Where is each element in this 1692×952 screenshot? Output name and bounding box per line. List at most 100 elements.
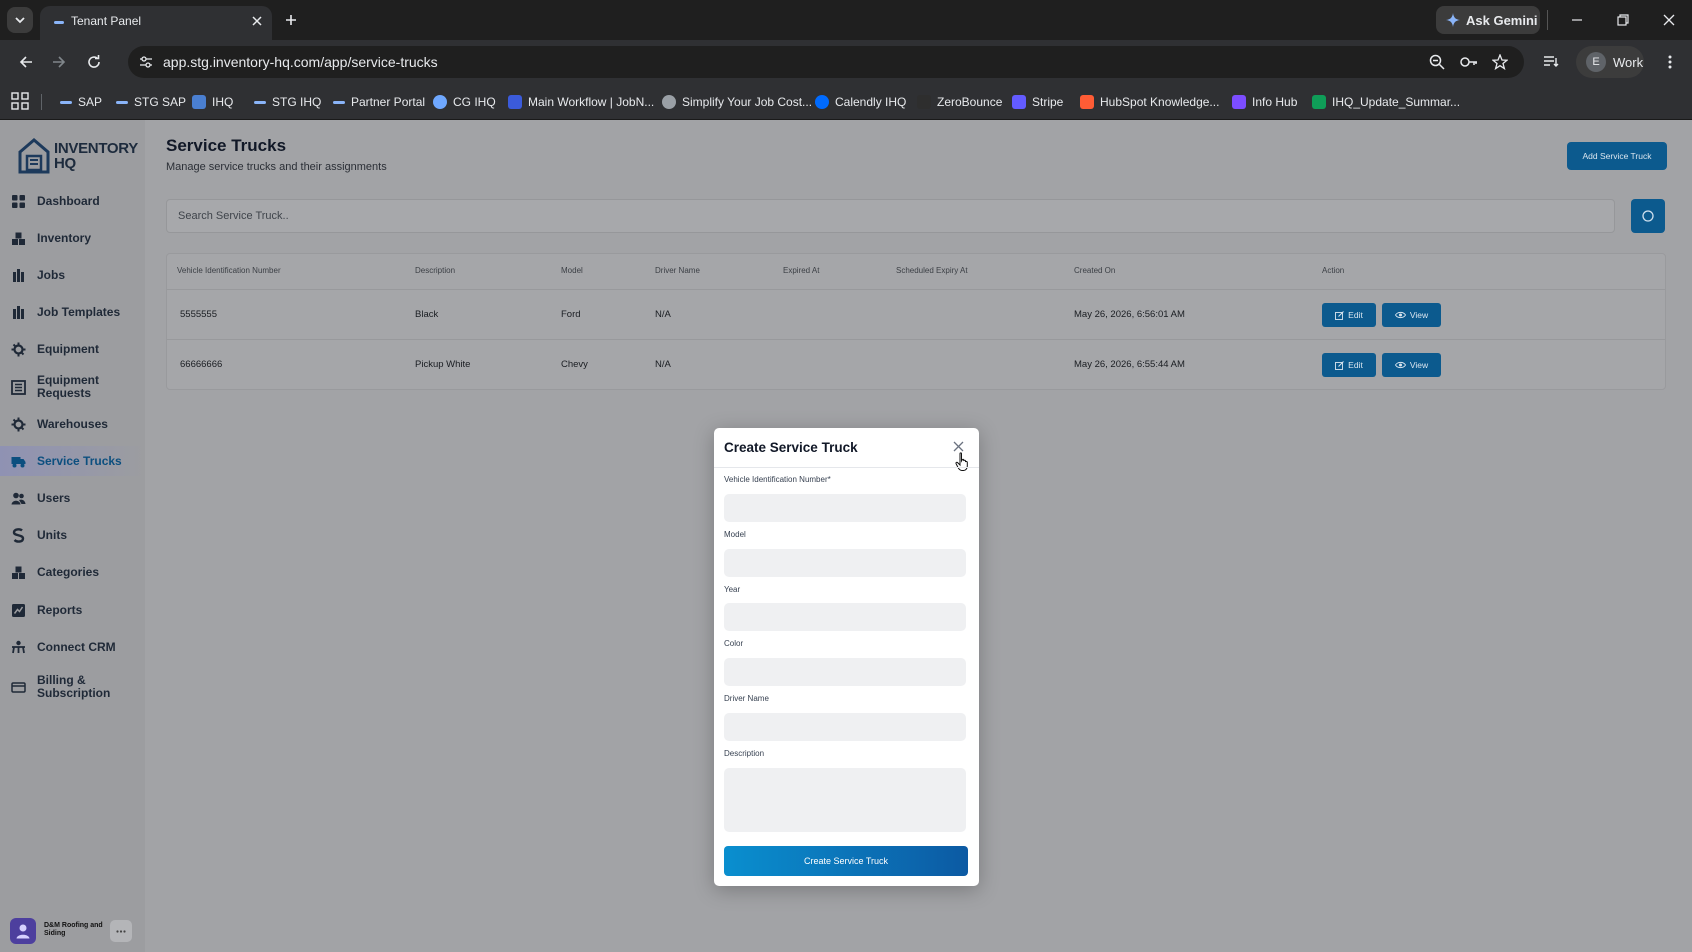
cell-driver: N/A <box>655 309 671 320</box>
ask-gemini-button[interactable]: Ask Gemini <box>1436 6 1540 34</box>
sidebar-item-equipment[interactable]: Equipment <box>0 334 145 364</box>
bookmark-favicon-icon <box>815 95 829 109</box>
sidebar-item-users[interactable]: Users <box>0 483 145 513</box>
inventory-hq-logo[interactable]: INVENTORY HQ <box>18 138 138 178</box>
restore-button[interactable] <box>1611 8 1635 32</box>
column-header[interactable]: Scheduled Expiry At <box>896 266 968 275</box>
bookmark-item[interactable]: Main Workflow | JobN... <box>508 92 654 112</box>
tab-search-dropdown[interactable] <box>7 7 33 33</box>
bookmark-label: ZeroBounce <box>937 95 1003 109</box>
bookmark-label: Main Workflow | JobN... <box>528 95 655 109</box>
bookmark-item[interactable]: Simplify Your Job Cost... <box>662 92 812 112</box>
bookmark-item[interactable]: Stripe <box>1012 92 1063 112</box>
password-key-icon[interactable] <box>1460 53 1478 71</box>
zoom-icon[interactable] <box>1428 53 1446 71</box>
column-header[interactable]: Action <box>1322 266 1344 275</box>
browser-menu-button[interactable] <box>1658 50 1682 74</box>
vin-label: Vehicle Identification Number* <box>724 475 831 484</box>
edit-button[interactable]: Edit <box>1322 353 1376 377</box>
bookmark-label: SAP <box>78 95 103 109</box>
page-subtitle: Manage service trucks and their assignme… <box>166 161 387 173</box>
hand-pointer-cursor-icon <box>955 452 968 471</box>
forward-button[interactable] <box>47 50 71 74</box>
cell-description: Pickup White <box>415 359 471 370</box>
color-input[interactable] <box>724 658 966 686</box>
app-page: INVENTORY HQ Dashboard Inventory Jobs Job T… <box>0 120 1692 952</box>
bookmark-item[interactable]: CG IHQ <box>433 92 496 112</box>
sidebar-item-connect-crm[interactable]: Connect CRM <box>0 632 145 662</box>
bookmark-item[interactable]: STG IHQ <box>254 92 321 112</box>
modal-header-divider <box>714 467 979 468</box>
logo-text: INVENTORY HQ <box>54 141 138 171</box>
view-label: View <box>1409 360 1429 370</box>
bookmark-item[interactable]: Partner Portal <box>333 92 425 112</box>
search-input[interactable] <box>167 200 1614 232</box>
description-textarea[interactable] <box>724 768 966 832</box>
search-button[interactable] <box>1631 199 1665 233</box>
bookmark-star-icon[interactable] <box>1491 53 1509 71</box>
reading-list-icon[interactable] <box>1539 50 1563 74</box>
sidebar-item-categories[interactable]: Categories <box>0 557 145 587</box>
browser-tab[interactable]: Tenant Panel <box>40 6 272 40</box>
warehouses-icon <box>11 417 26 431</box>
sidebar-item-service-trucks[interactable]: Service Trucks <box>0 446 145 476</box>
sidebar-item-inventory[interactable]: Inventory <box>0 223 145 253</box>
sidebar-item-warehouses[interactable]: Warehouses <box>0 409 145 439</box>
sidebar-item-jobs[interactable]: Jobs <box>0 260 145 290</box>
users-icon <box>11 492 26 504</box>
address-bar[interactable]: app.stg.inventory-hq.com/app/service-tru… <box>128 46 1524 78</box>
column-header[interactable]: Created On <box>1074 266 1115 275</box>
new-tab-button[interactable] <box>280 9 302 31</box>
minimize-button[interactable] <box>1565 8 1589 32</box>
bookmark-favicon-icon <box>1080 95 1094 109</box>
profile-label: Work <box>1613 54 1644 70</box>
bookmark-item[interactable]: HubSpot Knowledge... <box>1080 92 1219 112</box>
sidebar-item-units[interactable]: Units <box>0 520 145 550</box>
user-account-footer[interactable]: D&M Roofing and Siding <box>8 916 136 946</box>
view-button[interactable]: View <box>1382 353 1441 377</box>
add-service-truck-button[interactable]: Add Service Truck <box>1567 142 1667 170</box>
tab-close-button[interactable] <box>246 10 268 32</box>
column-header[interactable]: Vehicle Identification Number <box>177 266 281 275</box>
cell-created-on: May 26, 2026, 6:55:44 AM <box>1074 359 1185 370</box>
column-header[interactable]: Model <box>561 266 583 275</box>
reload-button[interactable] <box>82 50 106 74</box>
vin-input[interactable] <box>724 494 966 522</box>
sidebar-item-dashboard[interactable]: Dashboard <box>0 186 145 216</box>
bookmark-label: STG IHQ <box>272 95 322 109</box>
bookmark-item[interactable]: Calendly IHQ <box>815 92 906 112</box>
page-title: Service Trucks <box>166 136 287 155</box>
window-close-button[interactable] <box>1657 8 1681 32</box>
back-button[interactable] <box>14 50 38 74</box>
browser-toolbar: app.stg.inventory-hq.com/app/service-tru… <box>0 40 1692 84</box>
bookmark-item[interactable]: SAP <box>60 92 102 112</box>
bookmark-item[interactable]: STG SAP <box>116 92 186 112</box>
reload-icon <box>88 55 100 68</box>
sidebar-item-label: Inventory <box>37 230 92 245</box>
view-button[interactable]: View <box>1382 303 1441 327</box>
edit-button[interactable]: Edit <box>1322 303 1376 327</box>
sidebar-item-billing-subscription[interactable]: Billing & Subscription <box>0 670 145 704</box>
column-header[interactable]: Description <box>415 266 455 275</box>
sidebar-item-reports[interactable]: Reports <box>0 595 145 625</box>
model-input[interactable] <box>724 549 966 577</box>
column-header[interactable]: Expired At <box>783 266 819 275</box>
column-header[interactable]: Driver Name <box>655 266 700 275</box>
sidebar-item-job-templates[interactable]: Job Templates <box>0 297 145 327</box>
bookmark-label: IHQ_Update_Summar... <box>1332 95 1461 109</box>
apps-grid-icon[interactable] <box>11 92 29 110</box>
modal-title: Create Service Truck <box>724 440 858 455</box>
driver-name-input[interactable] <box>724 713 966 741</box>
bookmark-item[interactable]: IHQ <box>192 92 233 112</box>
profile-button[interactable]: E Work <box>1576 46 1644 78</box>
bookmark-item[interactable]: ZeroBounce <box>917 92 1002 112</box>
bookmark-item[interactable]: IHQ_Update_Summar... <box>1312 92 1460 112</box>
user-more-button[interactable] <box>110 920 132 942</box>
close-icon <box>252 16 262 26</box>
create-service-truck-button[interactable]: Create Service Truck <box>724 846 968 876</box>
bookmark-item[interactable]: Info Hub <box>1232 92 1297 112</box>
year-input[interactable] <box>724 603 966 631</box>
site-info-icon[interactable] <box>136 52 156 72</box>
job-templates-icon <box>13 305 24 319</box>
sidebar-item-equipment-requests[interactable]: Equipment Requests <box>0 372 145 402</box>
